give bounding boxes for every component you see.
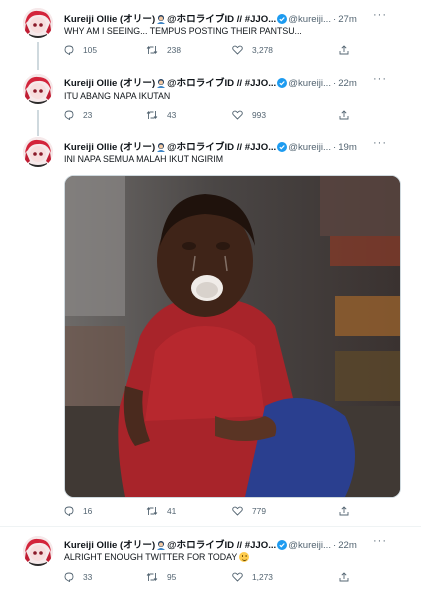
avatar[interactable] <box>23 137 53 167</box>
author-suffix: @ホロライブID // #JJO... <box>167 14 277 25</box>
author-name[interactable]: Kureiji Ollie (オリー) <box>64 14 155 25</box>
tweet-header: Kureiji Ollie (オリー) @ホロライブID // #JJO... @k… <box>64 9 403 25</box>
retweet-button[interactable]: 238 <box>146 45 181 55</box>
reply-icon <box>64 45 74 55</box>
reply-icon <box>64 572 74 582</box>
tweet-time[interactable]: 22m <box>338 78 357 89</box>
reply-button[interactable]: 105 <box>64 45 97 55</box>
like-count: 993 <box>252 110 266 120</box>
tweet-header: Kureiji Ollie (オリー) @ホロライブID // #JJO... @k… <box>64 535 403 551</box>
smiling-face-emoji-icon <box>239 552 250 562</box>
heart-icon <box>232 110 243 120</box>
person-emoji-icon <box>156 78 166 91</box>
avatar[interactable] <box>23 536 53 566</box>
reply-count: 105 <box>83 45 97 55</box>
retweet-count: 95 <box>167 572 177 582</box>
tweet-text-row: ALRIGHT ENOUGH TWITTER FOR TODAY <box>64 552 403 562</box>
author-handle[interactable]: @kureiji... <box>288 142 331 153</box>
author-name[interactable]: Kureiji Ollie (オリー) <box>64 142 155 153</box>
reply-button[interactable]: 23 <box>64 110 92 120</box>
retweet-button[interactable]: 95 <box>146 572 176 582</box>
reply-icon <box>64 110 74 120</box>
avatar[interactable] <box>23 74 53 104</box>
tweet[interactable]: Kureiji Ollie (オリー) @ホロライブID // #JJO... @k… <box>0 70 421 136</box>
author-handle[interactable]: @kureiji... <box>288 14 331 25</box>
tweet-time[interactable]: 27m <box>338 14 357 25</box>
separator-dot: · <box>333 142 337 153</box>
crying-child-photo <box>65 176 400 497</box>
author-suffix: @ホロライブID // #JJO... <box>167 540 277 551</box>
reply-count: 33 <box>83 572 93 582</box>
share-button[interactable] <box>339 506 349 516</box>
author-suffix: @ホロライブID // #JJO... <box>167 142 277 153</box>
more-options-icon[interactable]: ··· <box>373 73 387 85</box>
author-suffix: @ホロライブID // #JJO... <box>167 78 277 89</box>
share-icon <box>339 506 349 516</box>
retweet-count: 238 <box>167 45 181 55</box>
retweet-icon <box>146 110 158 120</box>
more-options-icon[interactable]: ··· <box>373 535 387 547</box>
share-button[interactable] <box>339 45 349 55</box>
like-button[interactable]: 3,278 <box>232 45 273 55</box>
retweet-count: 41 <box>167 506 177 516</box>
retweet-icon <box>146 572 158 582</box>
more-options-icon[interactable]: ··· <box>373 9 387 21</box>
heart-icon <box>232 45 243 55</box>
author-name[interactable]: Kureiji Ollie (オリー) <box>64 78 155 89</box>
share-icon <box>339 110 349 120</box>
tweet-text: INI NAPA SEMUA MALAH IKUT NGIRIM <box>64 154 224 164</box>
share-button[interactable] <box>339 572 349 582</box>
retweet-count: 43 <box>167 110 177 120</box>
like-button[interactable]: 1,273 <box>232 572 273 582</box>
retweet-button[interactable]: 41 <box>146 506 176 516</box>
reply-count: 16 <box>83 506 93 516</box>
share-icon <box>339 45 349 55</box>
tweet-text: ALRIGHT ENOUGH TWITTER FOR TODAY <box>64 552 238 562</box>
tweet-header: Kureiji Ollie (オリー) @ホロライブID // #JJO... @k… <box>64 137 403 153</box>
tweet-media-image[interactable] <box>64 175 401 498</box>
heart-icon <box>232 572 243 582</box>
share-icon <box>339 572 349 582</box>
more-options-icon[interactable]: ··· <box>373 137 387 149</box>
like-button[interactable]: 779 <box>232 506 266 516</box>
like-button[interactable]: 993 <box>232 110 266 120</box>
tweet-time[interactable]: 22m <box>338 540 357 551</box>
tweet[interactable]: Kureiji Ollie (オリー) @ホロライブID // #JJO... @k… <box>0 0 421 70</box>
separator-dot: · <box>333 540 337 551</box>
reply-count: 23 <box>83 110 93 120</box>
tweet-text: WHY AM I SEEING... TEMPUS POSTING THEIR … <box>64 26 302 36</box>
reply-icon <box>64 506 74 516</box>
tweet-header: Kureiji Ollie (オリー) @ホロライブID // #JJO... @k… <box>64 73 403 91</box>
like-count: 1,273 <box>252 572 273 582</box>
avatar[interactable] <box>23 8 53 38</box>
retweet-button[interactable]: 43 <box>146 110 176 120</box>
tweet-text: ITU ABANG NAPA IKUTAN <box>64 91 171 101</box>
separator-dot: · <box>333 14 337 25</box>
author-handle[interactable]: @kureiji... <box>288 78 331 89</box>
reply-button[interactable]: 16 <box>64 506 92 516</box>
retweet-icon <box>146 45 158 55</box>
tweet[interactable]: Kureiji Ollie (オリー) @ホロライブID // #JJO... @k… <box>0 527 421 593</box>
verified-icon <box>277 78 288 91</box>
tweet-time[interactable]: 19m <box>338 142 357 153</box>
author-handle[interactable]: @kureiji... <box>288 540 331 551</box>
author-name[interactable]: Kureiji Ollie (オリー) <box>64 540 155 551</box>
separator-dot: · <box>333 78 337 89</box>
share-button[interactable] <box>339 110 349 120</box>
like-count: 3,278 <box>252 45 273 55</box>
heart-icon <box>232 506 243 516</box>
reply-button[interactable]: 33 <box>64 572 92 582</box>
retweet-icon <box>146 506 158 516</box>
like-count: 779 <box>252 506 266 516</box>
